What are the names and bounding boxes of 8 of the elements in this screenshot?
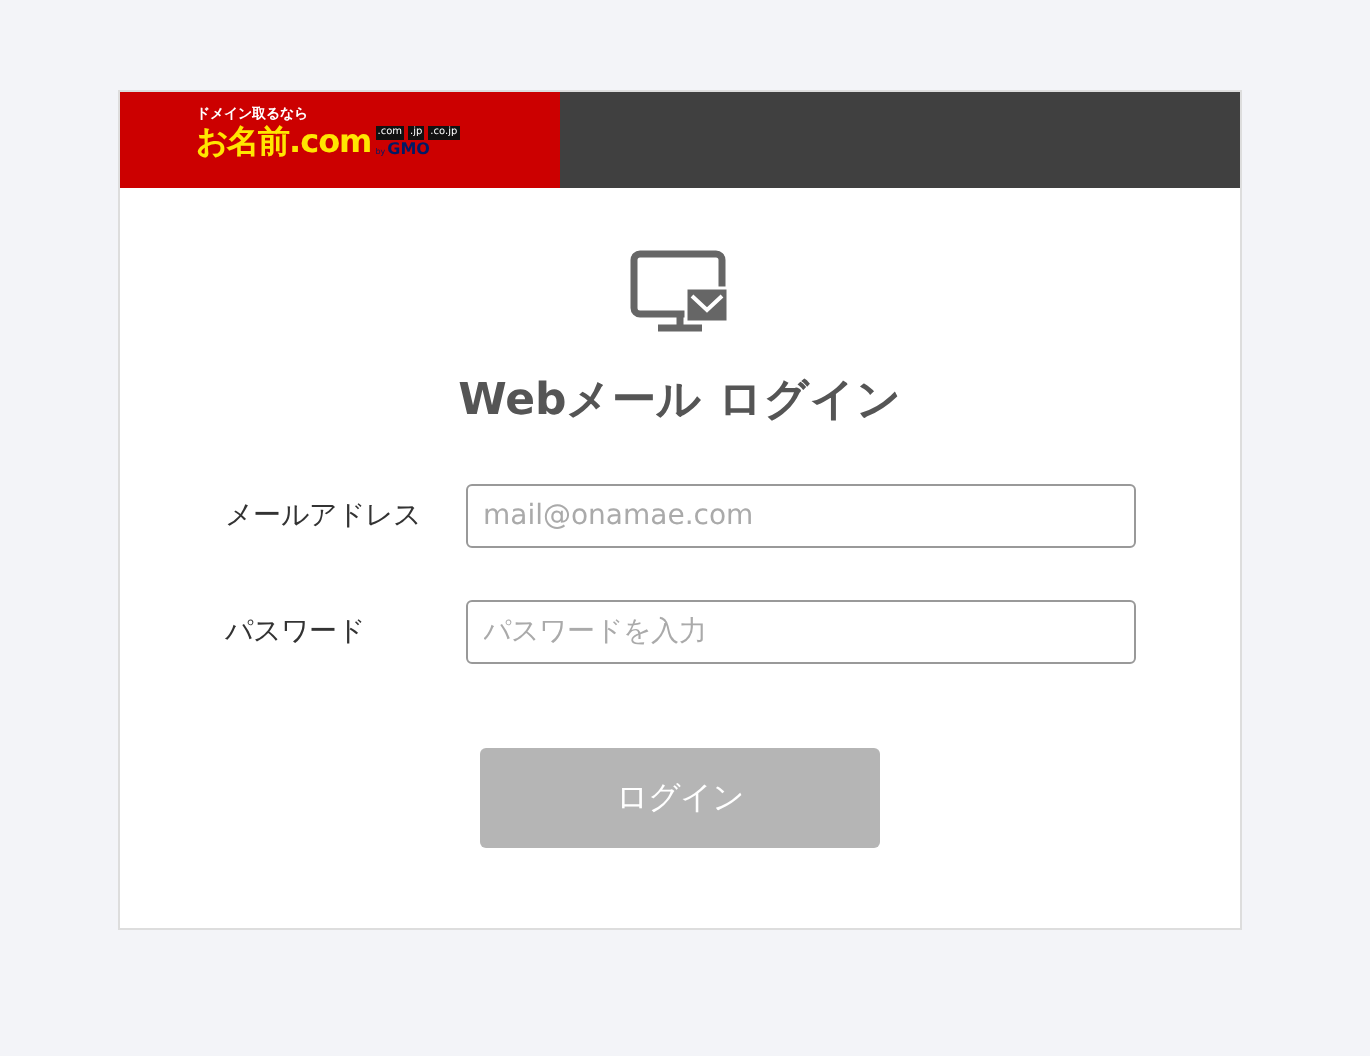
page-title: Webメール ログイン bbox=[458, 374, 902, 430]
field-label: メールアドレス bbox=[225, 498, 423, 534]
monitor-mail-icon bbox=[630, 250, 730, 334]
input-field[interactable]: パスワードを入力 bbox=[465, 600, 1135, 664]
input-field[interactable]: mail@onamae.com bbox=[465, 484, 1135, 548]
logo-brand: GMO bbox=[387, 140, 430, 160]
logo-name: お名前.com bbox=[196, 124, 372, 160]
field-label: パスワード bbox=[225, 614, 367, 650]
